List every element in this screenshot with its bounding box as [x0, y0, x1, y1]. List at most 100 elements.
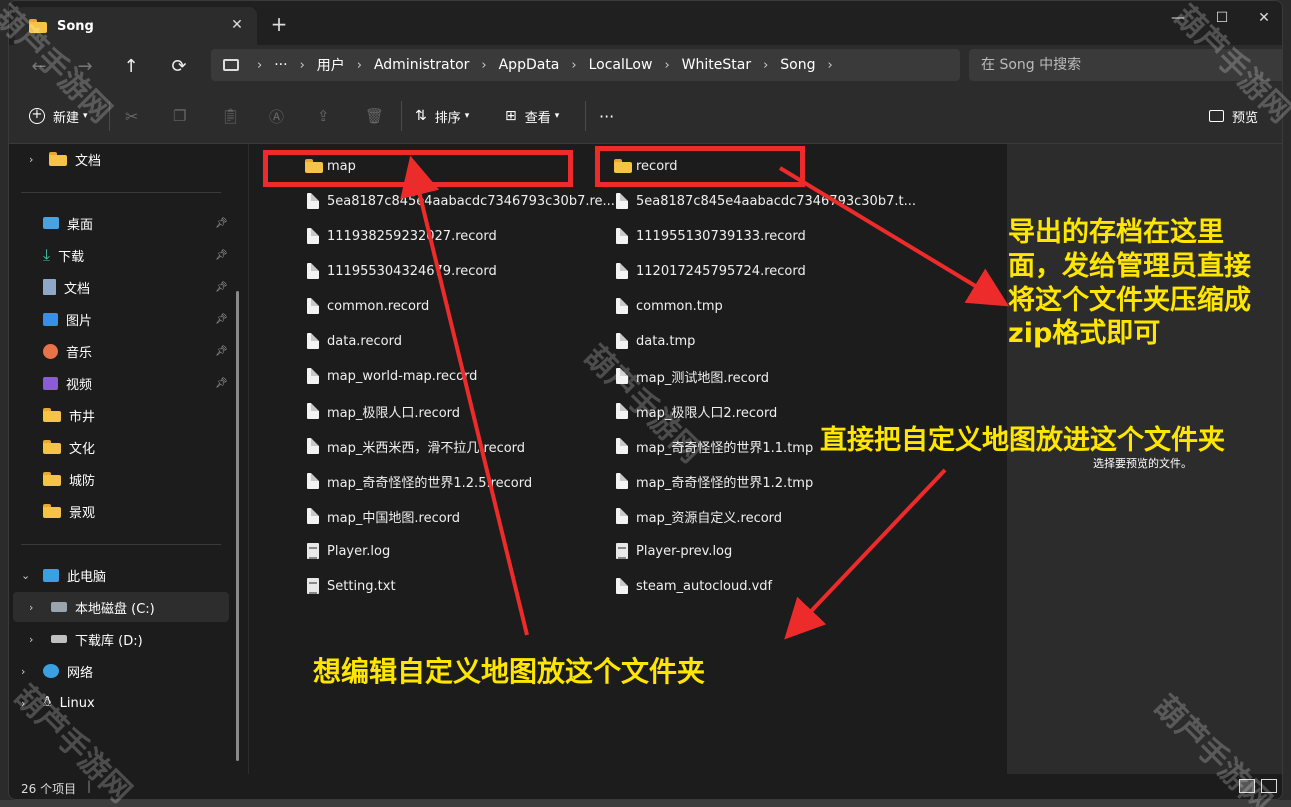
sidebar-item-drive-c[interactable]: › 本地磁盘 (C:)	[13, 592, 229, 622]
file-item[interactable]: map_奇奇怪怪的世界1.2.5.record	[305, 467, 532, 495]
breadcrumb-overflow[interactable]: ···	[274, 57, 287, 73]
file-name: 111938259232027.record	[327, 228, 497, 244]
network-icon	[43, 664, 59, 678]
more-button[interactable]: ···	[599, 103, 614, 129]
pin-icon[interactable]: 📌︎	[215, 314, 228, 325]
file-item[interactable]: Setting.txt	[305, 572, 396, 600]
file-item[interactable]: Player-prev.log	[614, 537, 732, 565]
sidebar-item-documents[interactable]: 文档 📌︎	[9, 272, 239, 302]
sidebar-scrollbar[interactable]	[236, 291, 239, 761]
file-icon-wrapper	[614, 297, 630, 315]
chevron-right-icon: ›	[827, 57, 833, 73]
text-file-icon	[616, 543, 628, 559]
file-item[interactable]: steam_autocloud.vdf	[614, 572, 772, 600]
view-grid-icon: ⊞	[505, 108, 517, 124]
pin-icon[interactable]: 📌︎	[215, 218, 228, 229]
highlight-box-map	[263, 150, 573, 187]
file-item[interactable]: 111955130739133.record	[614, 222, 806, 250]
sort-button[interactable]: ⇅ 排序 ▾	[415, 103, 469, 129]
file-item[interactable]: map_中国地图.record	[305, 502, 460, 530]
music-icon	[43, 343, 58, 359]
breadcrumb-item[interactable]: AppData	[499, 57, 560, 73]
folder-icon	[43, 504, 61, 518]
refresh-button[interactable]: ⟳	[163, 53, 195, 81]
file-item[interactable]: map_米西米西，滑不拉几.record	[305, 432, 525, 460]
file-item[interactable]: map_奇奇怪怪的世界1.2.tmp	[614, 467, 813, 495]
file-item[interactable]: Player.log	[305, 537, 390, 565]
sidebar-item-music[interactable]: 音乐 📌︎	[9, 336, 239, 366]
paste-icon[interactable]: 📋︎	[221, 103, 240, 129]
up-button[interactable]: ↑	[115, 53, 147, 81]
file-icon	[616, 228, 628, 244]
sort-icon: ⇅	[415, 108, 427, 124]
file-icon	[307, 228, 319, 244]
breadcrumb-item[interactable]: Song	[780, 57, 815, 73]
sidebar-item-wenhua[interactable]: 文化	[9, 432, 239, 462]
pin-icon[interactable]: 📌︎	[215, 250, 228, 261]
file-icon-wrapper	[614, 227, 630, 245]
copy-icon[interactable]: ❐	[173, 103, 186, 129]
download-icon: ⤓	[43, 245, 51, 264]
chevron-right-icon: ›	[571, 57, 577, 73]
title-bar: Song ✕ + — ☐ ✕	[9, 1, 1282, 45]
file-name: 5ea8187c845e4aabacdc7346793c30b7.t...	[636, 193, 916, 209]
share-icon[interactable]: ⇪	[317, 103, 330, 129]
file-item[interactable]: 112017245795724.record	[614, 257, 806, 285]
video-icon	[43, 376, 58, 390]
pin-icon[interactable]: 📌︎	[215, 346, 228, 357]
new-tab-button[interactable]: +	[267, 13, 291, 37]
file-icon-wrapper	[614, 577, 630, 595]
breadcrumb-item[interactable]: WhiteStar	[682, 57, 751, 73]
file-name: map_奇奇怪怪的世界1.2.tmp	[636, 475, 814, 491]
close-button[interactable]: ✕	[1242, 5, 1282, 33]
sidebar-item-desktop[interactable]: 桌面 📌︎	[9, 208, 239, 238]
delete-icon[interactable]: 🗑︎	[365, 103, 384, 129]
file-item[interactable]: map_资源自定义.record	[614, 502, 782, 530]
file-name: common.record	[327, 298, 430, 314]
chevron-down-icon: ▾	[464, 111, 470, 121]
file-item[interactable]: 111955304324679.record	[305, 257, 497, 285]
chevron-down-icon: ⌄	[21, 568, 31, 582]
breadcrumb-item[interactable]: 用户	[317, 55, 345, 75]
file-icon-wrapper	[305, 472, 321, 490]
file-item[interactable]: 111938259232027.record	[305, 222, 497, 250]
pin-icon[interactable]: 📌︎	[215, 282, 228, 293]
file-item[interactable]: common.record	[305, 292, 429, 320]
sidebar-item-pictures[interactable]: 图片 📌︎	[9, 304, 239, 334]
file-item[interactable]: 5ea8187c845e4aabacdc7346793c30b7.t...	[614, 187, 916, 215]
file-item[interactable]: map_奇奇怪怪的世界1.1.tmp	[614, 432, 813, 460]
folder-icon	[43, 472, 61, 486]
address-bar[interactable]: › ··· › 用户 › Administrator › AppData › L…	[211, 49, 960, 81]
sidebar-item-this-pc[interactable]: ⌄ 此电脑	[9, 560, 239, 590]
view-label: 查看	[524, 110, 551, 126]
file-item[interactable]: 5ea8187c845e4aabacdc7346793c30b7.re...	[305, 187, 615, 215]
file-icon-wrapper	[614, 192, 630, 210]
sidebar-item-videos[interactable]: 视频 📌︎	[9, 368, 239, 398]
breadcrumb-item[interactable]: Administrator	[374, 57, 469, 73]
sidebar-item-downloads[interactable]: ⤓ 下载 📌︎	[9, 240, 239, 270]
file-item[interactable]: data.record	[305, 327, 402, 355]
view-button[interactable]: ⊞ 查看 ▾	[505, 103, 559, 129]
sidebar-item-shijing[interactable]: 市井	[9, 400, 239, 430]
file-item[interactable]: map_world-map.record	[305, 362, 477, 390]
file-item[interactable]: common.tmp	[614, 292, 723, 320]
export-note-line: 将这个文件夹压缩成	[1008, 284, 1251, 316]
sidebar-divider	[21, 192, 221, 193]
file-item[interactable]: map_极限人口.record	[305, 397, 460, 425]
cut-icon[interactable]: ✂	[125, 103, 138, 129]
preview-pane-icon	[1209, 110, 1224, 122]
chevron-right-icon: ›	[29, 600, 34, 614]
file-icon	[616, 193, 628, 209]
file-name: data.tmp	[636, 333, 696, 349]
sidebar-item-chengfang[interactable]: 城防	[9, 464, 239, 494]
tab-close-button[interactable]: ✕	[227, 15, 247, 35]
sidebar-item-documents-top[interactable]: › 文档	[9, 144, 239, 174]
toolbar-divider	[401, 101, 402, 131]
chevron-right-icon: ›	[664, 57, 670, 73]
sidebar-item-jingguan[interactable]: 景观	[9, 496, 239, 526]
file-item[interactable]: data.tmp	[614, 327, 695, 355]
pin-icon[interactable]: 📌︎	[215, 378, 228, 389]
rename-icon[interactable]: Ⓐ	[269, 103, 284, 129]
sidebar-item-drive-d[interactable]: › 下载库 (D:)	[9, 624, 239, 654]
breadcrumb-item[interactable]: LocalLow	[589, 57, 653, 73]
